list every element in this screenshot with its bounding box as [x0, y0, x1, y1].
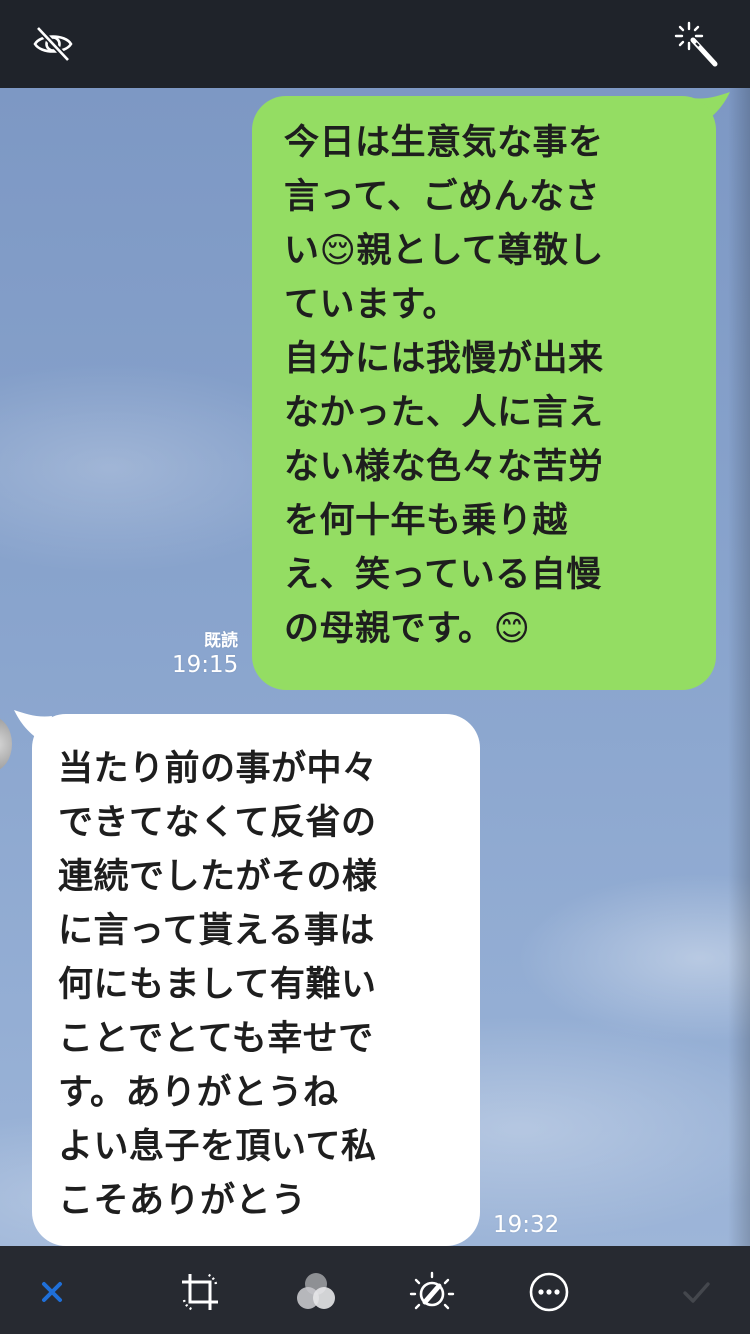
bottom-toolbar [0, 1246, 750, 1334]
checkmark-icon [683, 1282, 710, 1303]
adjust-icon [409, 1271, 455, 1310]
top-toolbar [0, 0, 750, 88]
cancel-button[interactable] [28, 1268, 76, 1316]
outgoing-timestamp: 19:15 [172, 652, 239, 678]
read-receipt: 既読 [204, 631, 238, 651]
crop-rotate-icon [182, 1272, 218, 1312]
close-icon [42, 1282, 62, 1302]
outgoing-message-bubble[interactable]: 今日は生意気な事を 言って、ごめんなさ い😌親として尊敬し ています。 自分には… [252, 96, 716, 690]
adjust-button[interactable] [408, 1268, 456, 1316]
eye-slash-icon [33, 25, 73, 63]
photo-canvas: 今日は生意気な事を 言って、ごめんなさ い😌親として尊敬し ています。 自分には… [0, 88, 750, 1246]
more-icon [529, 1272, 569, 1312]
filters-icon [297, 1273, 335, 1309]
done-button[interactable] [672, 1268, 720, 1316]
more-button[interactable] [525, 1268, 573, 1316]
crop-button[interactable] [176, 1268, 224, 1316]
magic-wand-icon [674, 21, 718, 67]
incoming-message-bubble[interactable]: 当たり前の事が中々 できてなくて反省の 連続でしたがその様 に言って貰える事は … [32, 714, 480, 1246]
hide-button[interactable] [29, 20, 77, 68]
avatar [0, 716, 12, 772]
filters-button[interactable] [292, 1268, 340, 1316]
right-edge-shadow [728, 88, 750, 1246]
auto-enhance-button[interactable] [673, 20, 721, 68]
incoming-timestamp: 19:32 [493, 1212, 560, 1238]
